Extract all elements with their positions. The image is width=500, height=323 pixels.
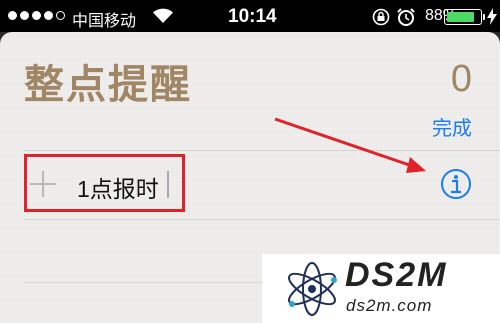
charging-bolt-icon: [487, 8, 497, 25]
watermark-url: ds2m.com: [346, 296, 433, 315]
signal-dots-icon: [8, 11, 65, 20]
status-bar: 中国移动 10:14 88%: [0, 0, 500, 32]
alarm-icon: [397, 8, 415, 26]
atom-logo-icon: [288, 262, 337, 316]
wifi-icon: [153, 8, 173, 23]
carrier-name: 中国移动: [72, 13, 137, 30]
status-time: 10:14: [228, 6, 277, 27]
battery-icon: [444, 9, 482, 25]
battery-tip: [483, 14, 485, 20]
watermark-title: DS2M: [345, 256, 448, 294]
battery-fill: [447, 12, 474, 22]
rotation-lock-icon: [372, 8, 390, 26]
watermark: DS2M ds2m.com: [262, 254, 500, 323]
